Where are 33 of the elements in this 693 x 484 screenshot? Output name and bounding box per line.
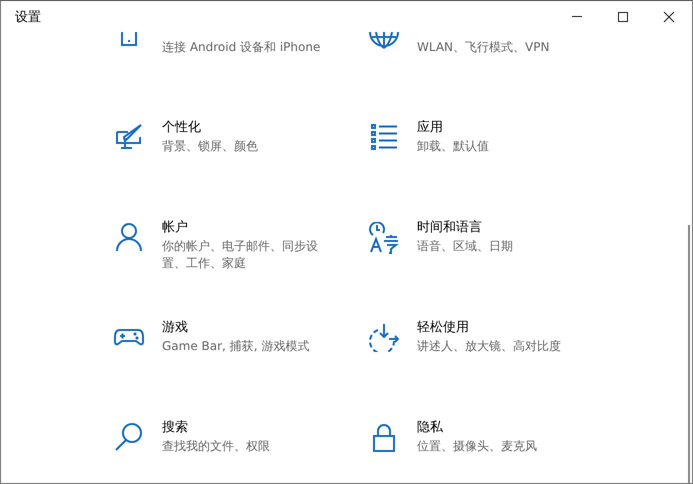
item-description: Game Bar, 捕获, 游戏模式 (162, 338, 310, 355)
item-title: 时间和语言 (417, 219, 483, 236)
settings-item[interactable]: 轻松使用 讲述人、放大镜、高对比度 (369, 322, 624, 422)
settings-item[interactable]: 搜索 查找我的文件、权限 (114, 422, 369, 483)
item-description: 讲述人、放大镜、高对比度 (417, 338, 562, 355)
window-title: 设置 (15, 8, 41, 26)
clock-letter-icon (369, 222, 399, 254)
person-icon (114, 222, 144, 252)
item-description: 语音、区域、日期 (417, 238, 514, 255)
item-description: 背景、锁屏、颜色 (162, 138, 259, 155)
item-title: 轻松使用 (417, 319, 470, 336)
item-description: 连接 Android 设备和 iPhone (162, 39, 322, 56)
item-title: 个性化 (162, 119, 202, 136)
maximize-icon (617, 10, 629, 22)
item-description: 你的帐户、电子邮件、同步设置、工作、家庭 (162, 238, 319, 272)
monitor-brush-icon (114, 122, 144, 152)
item-title: 帐户 (162, 219, 189, 236)
dashed-circle-arrow-icon (369, 322, 399, 352)
search-icon (114, 422, 144, 452)
item-description: 查找我的文件、权限 (162, 438, 271, 455)
minimize-icon (572, 16, 582, 17)
item-description: 位置、摄像头、麦克风 (417, 438, 538, 455)
item-title: 游戏 (162, 319, 189, 336)
item-title: 搜索 (162, 419, 189, 436)
item-description: WLAN、飞行模式、VPN (417, 39, 550, 56)
item-description: 卸载、默认值 (417, 138, 490, 155)
close-icon (663, 10, 675, 22)
item-title: 隐私 (417, 419, 444, 436)
settings-item[interactable]: 隐私 位置、摄像头、麦克风 (369, 422, 624, 483)
list-icon (369, 122, 399, 152)
item-title: 应用 (417, 119, 444, 136)
scrollbar[interactable] (688, 225, 690, 483)
globe-icon (369, 32, 399, 49)
